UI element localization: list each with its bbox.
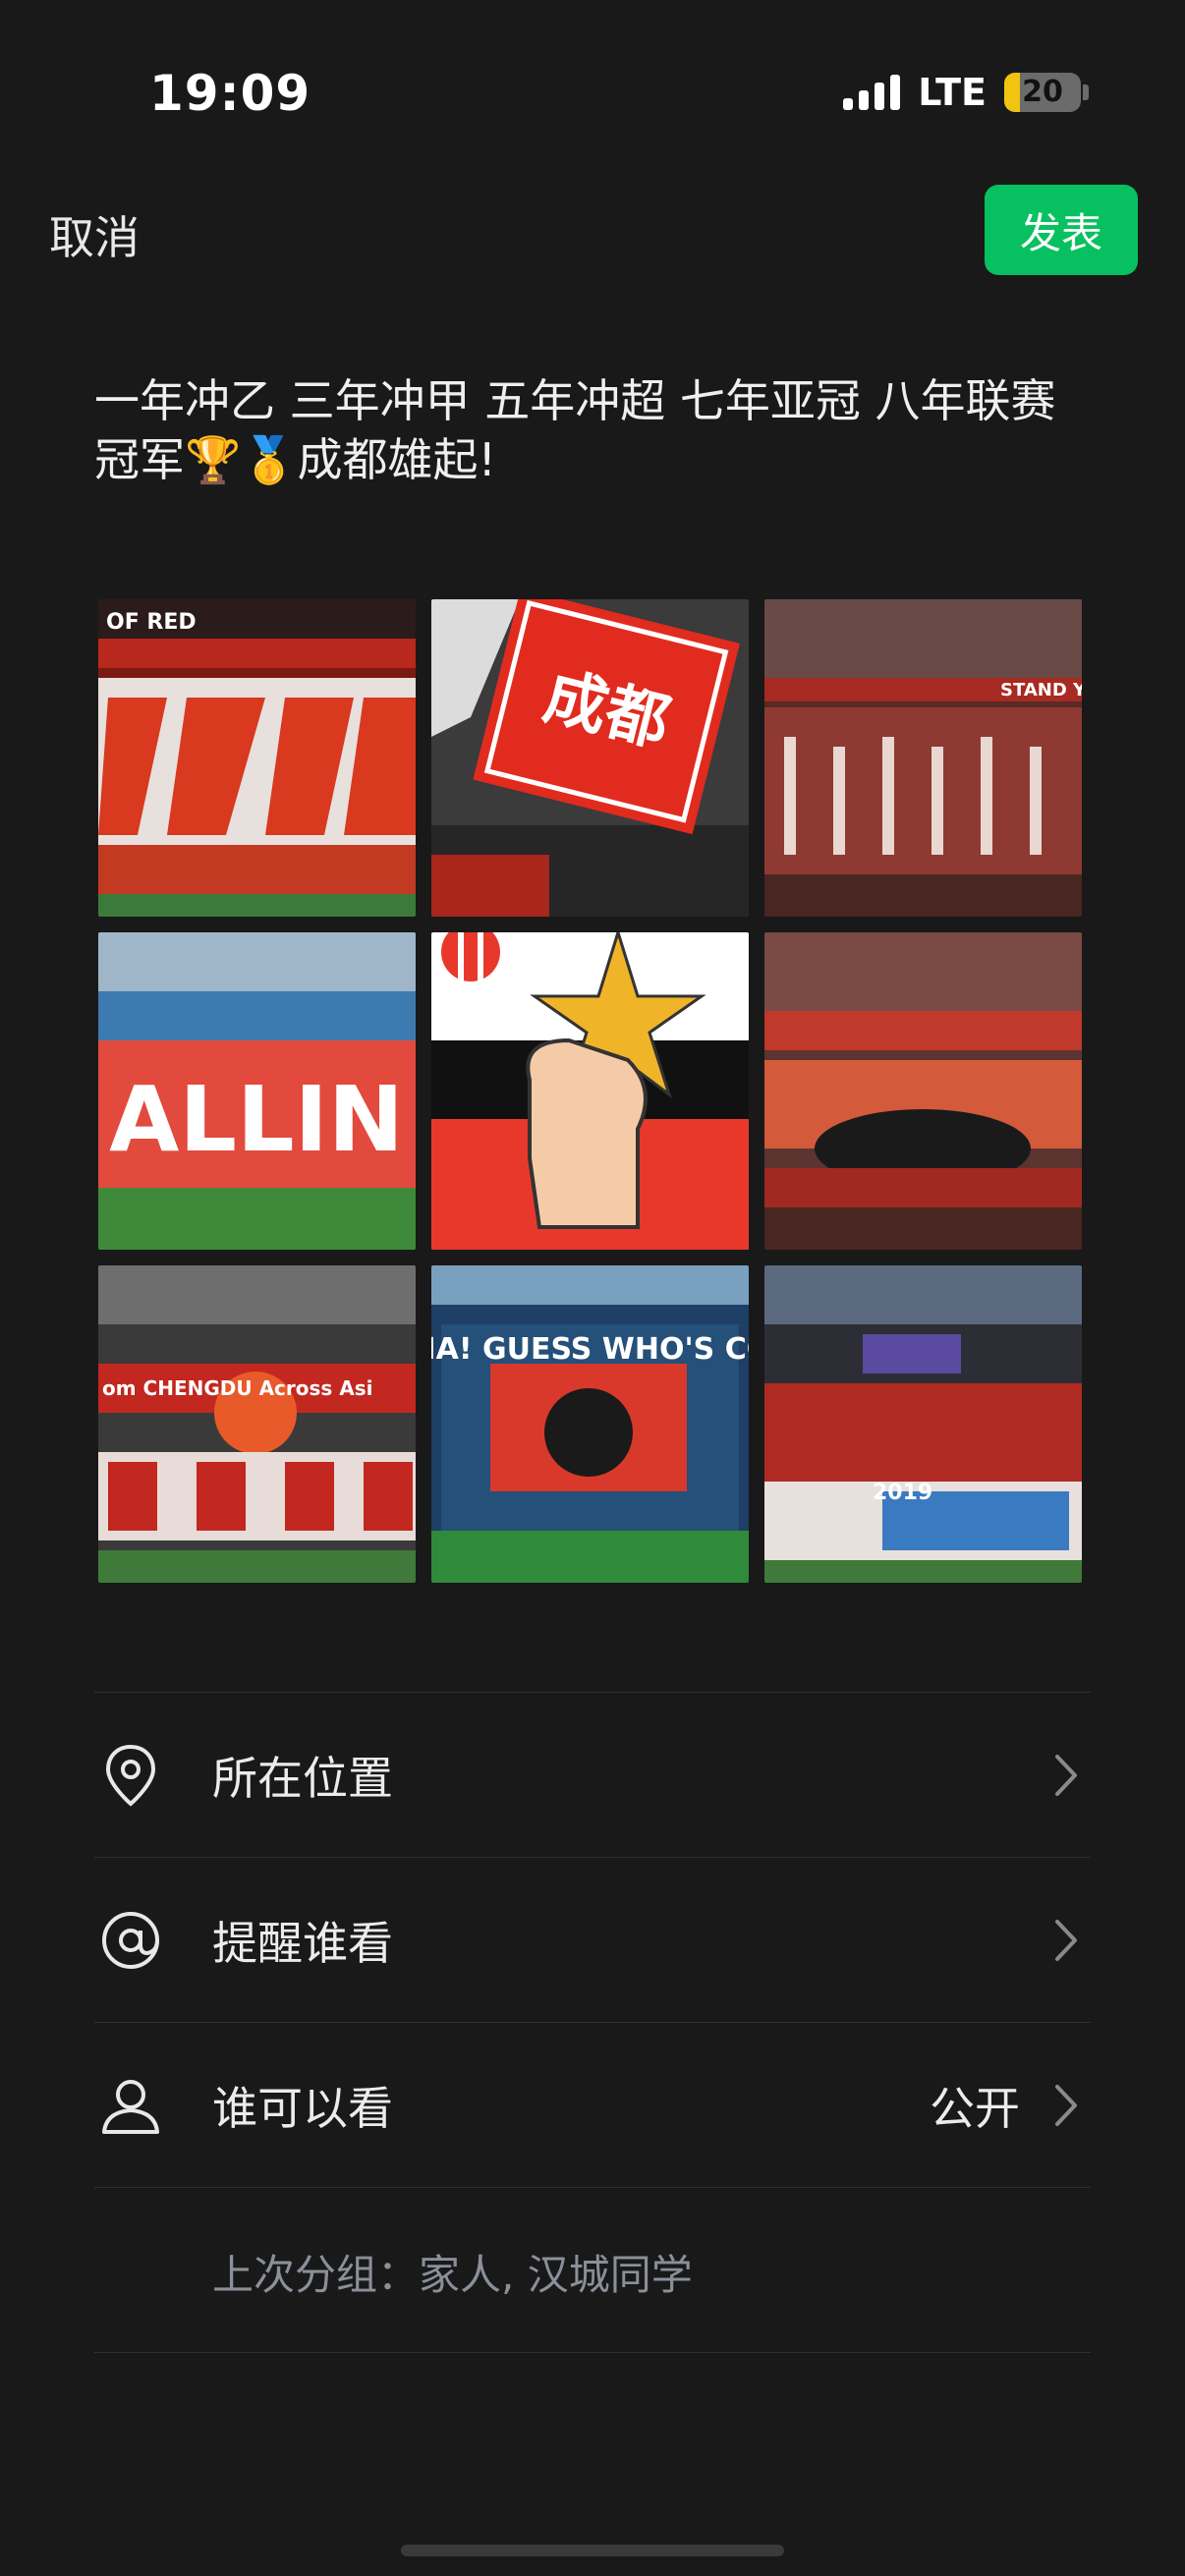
battery-nub — [1083, 84, 1089, 100]
divider — [94, 2022, 1091, 2023]
visibility-label: 谁可以看 — [212, 2082, 393, 2135]
battery-level: 20 — [1022, 75, 1063, 109]
last-group-hint[interactable]: 上次分组：家人, 汉城同学 — [212, 2242, 693, 2302]
photo-thumbnail-4[interactable]: ALLIN — [98, 932, 416, 1250]
chevron-right-icon — [1055, 1755, 1077, 1796]
remind-row[interactable]: 提醒谁看 — [94, 1859, 1091, 2022]
divider — [94, 2187, 1091, 2188]
photo-thumbnail-5[interactable] — [431, 932, 749, 1250]
remind-label: 提醒谁看 — [212, 1917, 393, 1970]
status-indicators: LTE 20 — [843, 71, 1089, 114]
photo-4-caption: ALLIN — [109, 1067, 404, 1172]
photo-9-caption: 2019 — [873, 1481, 932, 1505]
divider — [94, 1857, 1091, 1858]
photo-thumbnail-9[interactable]: 2019 — [764, 1265, 1082, 1583]
photo-thumbnail-3[interactable]: STAND YO — [764, 599, 1082, 917]
visibility-value: 公开 — [930, 2082, 1020, 2135]
visibility-row[interactable]: 谁可以看 公开 — [94, 2024, 1091, 2187]
post-text-input[interactable]: 一年冲乙 三年冲甲 五年冲超 七年亚冠 八年联赛冠军🏆🥇成都雄起! — [94, 371, 1097, 489]
photo-7-caption: om CHENGDU Across Asi — [102, 1376, 373, 1400]
image-grid: OF RED 成都 STAND YO — [98, 599, 1087, 1583]
location-row[interactable]: 所在位置 — [94, 1694, 1091, 1857]
network-type: LTE — [918, 71, 987, 114]
chevron-right-icon — [1055, 1920, 1077, 1961]
photo-thumbnail-8[interactable]: HEY!ASIA! GUESS WHO'S COMING? — [431, 1265, 749, 1583]
location-label: 所在位置 — [212, 1752, 393, 1805]
chevron-right-icon — [1055, 2085, 1077, 2126]
photo-thumbnail-7[interactable]: om CHENGDU Across Asi — [98, 1265, 416, 1583]
person-icon — [98, 2073, 163, 2138]
photo-8-caption: HEY!ASIA! GUESS WHO'S COMING? — [431, 1332, 749, 1367]
status-time: 19:09 — [149, 65, 311, 122]
photo-1-caption: OF RED — [106, 610, 197, 635]
home-indicator[interactable] — [401, 2545, 784, 2556]
photo-3-caption: STAND YO — [1000, 680, 1082, 700]
battery-icon: 20 — [1004, 73, 1081, 112]
divider — [94, 1692, 1091, 1693]
divider — [94, 2352, 1091, 2353]
photo-thumbnail-6[interactable] — [764, 932, 1082, 1250]
cancel-button[interactable]: 取消 — [49, 202, 140, 267]
location-pin-icon — [98, 1743, 163, 1808]
photo-thumbnail-1[interactable]: OF RED — [98, 599, 416, 917]
at-icon — [98, 1908, 163, 1973]
publish-button[interactable]: 发表 — [985, 185, 1138, 275]
signal-icon — [843, 75, 901, 110]
photo-thumbnail-2[interactable]: 成都 — [431, 599, 749, 917]
